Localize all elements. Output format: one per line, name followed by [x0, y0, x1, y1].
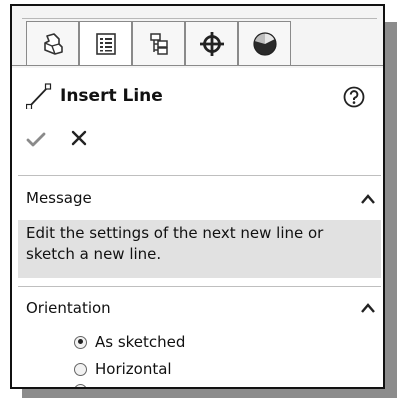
- radio-label-horizontal: Horizontal: [95, 360, 172, 378]
- property-title: Insert Line: [26, 80, 163, 112]
- checkmark-icon: [26, 132, 46, 147]
- help-icon: [343, 86, 365, 108]
- orientation-collapse-button[interactable]: [360, 299, 376, 318]
- section-divider: [18, 175, 381, 176]
- line-icon: [26, 83, 52, 109]
- radio-button-checked[interactable]: [74, 335, 87, 349]
- radio-as-sketched[interactable]: As sketched: [74, 333, 185, 351]
- display-manager-icon: [252, 31, 277, 56]
- chevron-up-icon: [361, 303, 375, 313]
- feature-manager-icon: [43, 32, 63, 55]
- tab-bar-bottom-border: [12, 65, 383, 66]
- message-text-line1: Edit the settings of the next new line o…: [26, 224, 324, 242]
- cancel-button[interactable]: [71, 130, 87, 151]
- orientation-section-header[interactable]: Orientation: [26, 299, 111, 317]
- section-divider: [18, 286, 381, 287]
- radio-button[interactable]: [74, 384, 87, 387]
- tab-configuration-manager[interactable]: [132, 21, 185, 66]
- tab-property-manager[interactable]: [79, 21, 132, 66]
- chevron-up-icon: [361, 194, 375, 204]
- page-title: Insert Line: [60, 86, 163, 106]
- message-box: Edit the settings of the next new line o…: [18, 220, 381, 278]
- property-manager-icon: [95, 32, 116, 55]
- ok-button[interactable]: [26, 132, 46, 152]
- radio-horizontal[interactable]: Horizontal: [74, 360, 172, 378]
- radio-partial[interactable]: [74, 384, 95, 387]
- message-collapse-button[interactable]: [360, 190, 376, 209]
- tab-dimxpert-manager[interactable]: [185, 21, 238, 66]
- help-button[interactable]: [343, 86, 365, 112]
- radio-button[interactable]: [74, 362, 87, 376]
- tab-feature-manager[interactable]: [26, 21, 79, 66]
- tab-display-manager[interactable]: [238, 21, 291, 66]
- message-section-header[interactable]: Message: [26, 189, 92, 207]
- message-text-line2: sketch a new line.: [26, 245, 162, 263]
- tab-bar-divider: [22, 18, 377, 19]
- radio-label-as-sketched: As sketched: [95, 333, 186, 351]
- tab-bar: [12, 6, 383, 68]
- close-icon: [71, 130, 87, 146]
- configuration-manager-icon: [149, 32, 168, 55]
- property-manager-panel: Insert Line Message Edit the settings of…: [10, 4, 385, 389]
- dimxpert-manager-icon: [199, 31, 224, 56]
